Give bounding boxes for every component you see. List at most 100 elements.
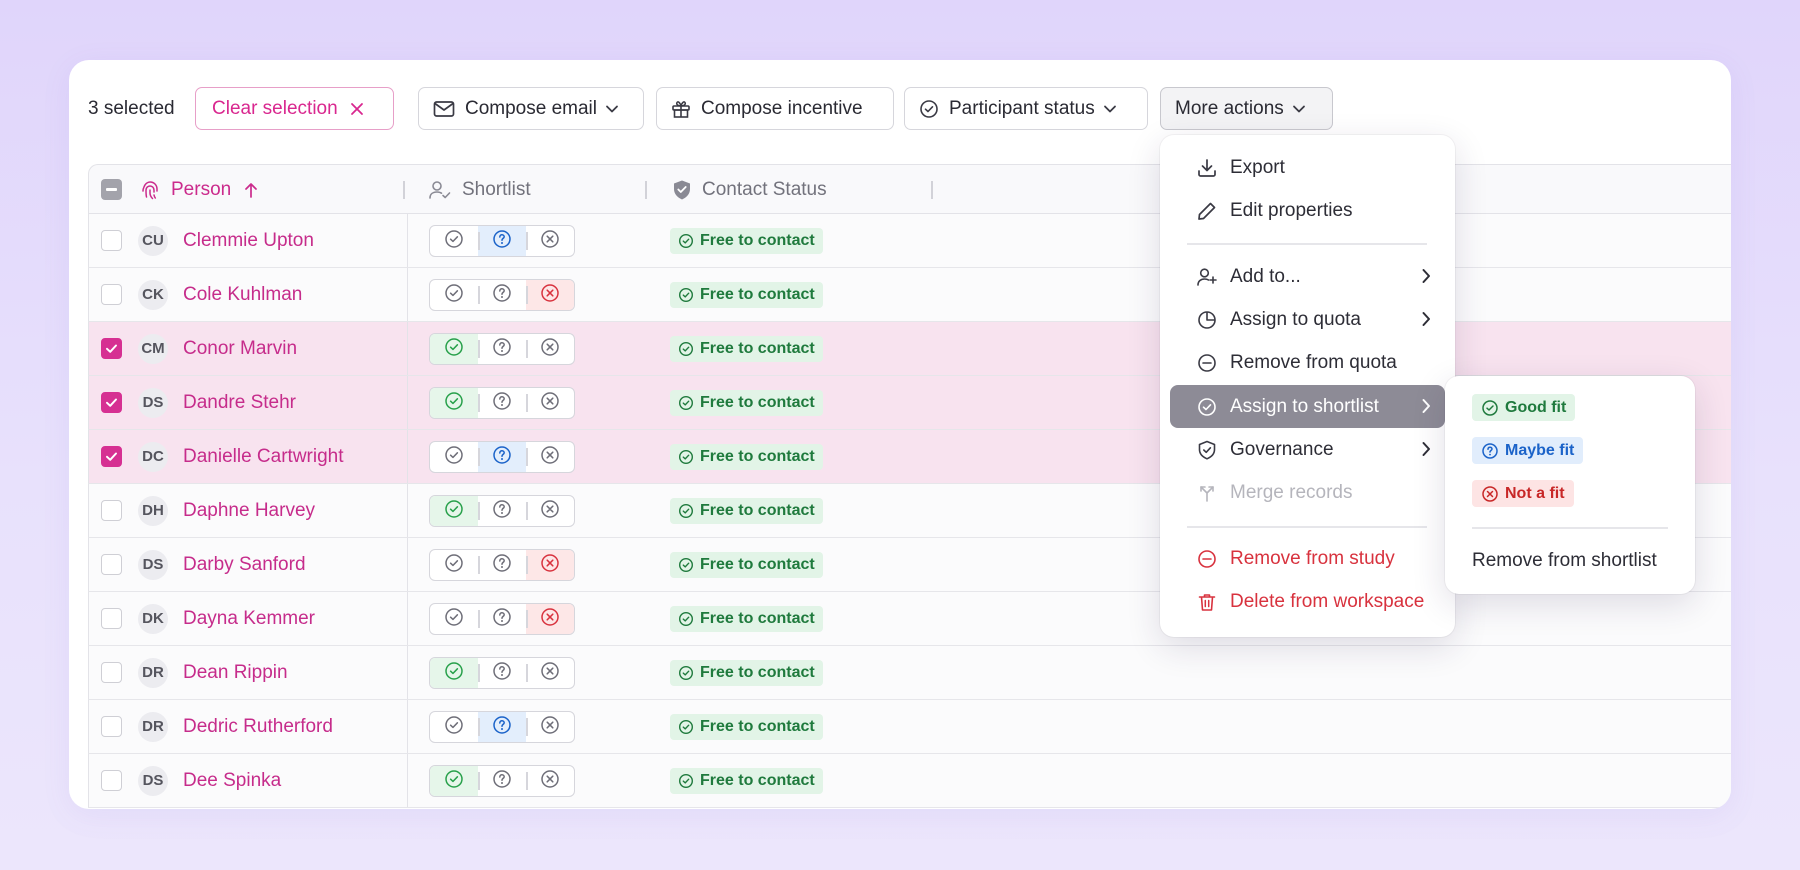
not-a-fit-toggle[interactable] (526, 658, 574, 688)
remove-from-shortlist-option[interactable]: Remove from shortlist (1472, 550, 1657, 572)
menu-item-assign-quota[interactable]: Assign to quota (1170, 298, 1445, 341)
maybe-fit-toggle[interactable] (478, 334, 526, 364)
maybe-fit-option[interactable]: Maybe fit (1472, 437, 1584, 464)
column-shortlist[interactable]: Shortlist (428, 165, 531, 215)
good-fit-toggle[interactable] (430, 388, 478, 418)
x-circle-icon (540, 229, 560, 254)
column-person[interactable]: Person (139, 165, 259, 215)
column-resize-handle[interactable] (931, 181, 933, 199)
maybe-fit-toggle[interactable] (478, 766, 526, 796)
maybe-fit-toggle[interactable] (478, 712, 526, 742)
maybe-fit-toggle[interactable] (478, 226, 526, 256)
column-resize-handle[interactable] (645, 181, 647, 199)
gift-icon (672, 100, 690, 118)
compose-incentive-button[interactable]: Compose incentive (656, 87, 894, 130)
good-fit-toggle[interactable] (430, 766, 478, 796)
table-row[interactable]: DR Dean Rippin Free to contact (88, 646, 1731, 700)
good-fit-toggle[interactable] (430, 280, 478, 310)
avatar: DS (138, 550, 168, 580)
not-a-fit-toggle[interactable] (526, 226, 574, 256)
person-name-link[interactable]: Danielle Cartwright (183, 430, 344, 484)
not-a-fit-toggle[interactable] (526, 496, 574, 526)
column-divider (407, 484, 408, 537)
menu-item-export[interactable]: Export (1170, 146, 1445, 189)
table-row[interactable]: DR Dedric Rutherford Free to contact (88, 700, 1731, 754)
menu-item-edit-properties[interactable]: Edit properties (1170, 189, 1445, 232)
menu-item-merge-records: Merge records (1170, 471, 1445, 514)
good-fit-toggle[interactable] (430, 712, 478, 742)
person-name-link[interactable]: Dayna Kemmer (183, 592, 315, 646)
not-a-fit-toggle[interactable] (526, 766, 574, 796)
menu-item-label: Remove from quota (1230, 351, 1397, 373)
menu-item-assign-shortlist[interactable]: Assign to shortlist (1170, 385, 1445, 428)
person-name-link[interactable]: Dandre Stehr (183, 376, 296, 430)
menu-item-delete-workspace[interactable]: Delete from workspace (1170, 580, 1445, 623)
not-a-fit-toggle[interactable] (526, 550, 574, 580)
row-checkbox[interactable] (101, 338, 122, 359)
person-name-link[interactable]: Clemmie Upton (183, 214, 314, 268)
maybe-fit-toggle[interactable] (478, 604, 526, 634)
person-name-link[interactable]: Conor Marvin (183, 322, 297, 376)
person-name-link[interactable]: Daphne Harvey (183, 484, 315, 538)
menu-item-governance[interactable]: Governance (1170, 428, 1445, 471)
table-row[interactable]: CM Conor Marvin Free to contact (88, 322, 1731, 376)
good-fit-toggle[interactable] (430, 334, 478, 364)
row-checkbox[interactable] (101, 662, 122, 683)
not-a-fit-toggle[interactable] (526, 442, 574, 472)
table-row[interactable]: DK Dayna Kemmer Free to contact (88, 592, 1731, 646)
not-a-fit-toggle[interactable] (526, 334, 574, 364)
column-divider (407, 538, 408, 591)
not-a-fit-toggle[interactable] (526, 712, 574, 742)
maybe-fit-toggle[interactable] (478, 442, 526, 472)
maybe-fit-toggle[interactable] (478, 388, 526, 418)
select-all-checkbox[interactable] (101, 179, 122, 200)
maybe-fit-toggle[interactable] (478, 550, 526, 580)
compose-email-button[interactable]: Compose email (418, 87, 644, 130)
good-fit-toggle[interactable] (430, 226, 478, 256)
good-fit-toggle[interactable] (430, 442, 478, 472)
person-name-link[interactable]: Cole Kuhlman (183, 268, 302, 322)
not-a-fit-option[interactable]: Not a fit (1472, 480, 1574, 507)
table-row[interactable]: DS Dee Spinka Free to contact (88, 754, 1731, 808)
not-a-fit-toggle[interactable] (526, 604, 574, 634)
maybe-fit-toggle[interactable] (478, 496, 526, 526)
more-actions-button[interactable]: More actions (1160, 87, 1333, 130)
menu-item-remove-study[interactable]: Remove from study (1170, 537, 1445, 580)
question-circle-icon (1482, 442, 1498, 459)
not-a-fit-toggle[interactable] (526, 280, 574, 310)
maybe-fit-toggle[interactable] (478, 658, 526, 688)
row-checkbox[interactable] (101, 608, 122, 629)
good-fit-toggle[interactable] (430, 550, 478, 580)
clear-selection-button[interactable]: Clear selection (195, 87, 394, 130)
column-contact-status[interactable]: Contact Status (672, 165, 827, 215)
row-checkbox[interactable] (101, 230, 122, 251)
person-name-link[interactable]: Dee Spinka (183, 754, 281, 808)
person-name-link[interactable]: Darby Sanford (183, 538, 306, 592)
good-fit-toggle[interactable] (430, 658, 478, 688)
good-fit-option[interactable]: Good fit (1472, 394, 1576, 421)
good-fit-label: Good fit (1505, 398, 1567, 416)
row-checkbox[interactable] (101, 446, 122, 467)
good-fit-toggle[interactable] (430, 604, 478, 634)
row-checkbox[interactable] (101, 500, 122, 521)
menu-item-remove-quota[interactable]: Remove from quota (1170, 341, 1445, 384)
not-a-fit-toggle[interactable] (526, 388, 574, 418)
row-checkbox[interactable] (101, 770, 122, 791)
x-circle-icon (1482, 485, 1498, 502)
column-divider (407, 646, 408, 699)
x-circle-icon (540, 553, 560, 578)
good-fit-toggle[interactable] (430, 496, 478, 526)
row-checkbox[interactable] (101, 392, 122, 413)
row-checkbox[interactable] (101, 554, 122, 575)
question-circle-icon (492, 337, 512, 362)
column-resize-handle[interactable] (403, 181, 405, 199)
table-row[interactable]: CU Clemmie Upton Free to contact (88, 214, 1731, 268)
menu-item-add-to[interactable]: Add to... (1170, 255, 1445, 298)
person-name-link[interactable]: Dean Rippin (183, 646, 288, 700)
table-row[interactable]: CK Cole Kuhlman Free to contact (88, 268, 1731, 322)
row-checkbox[interactable] (101, 284, 122, 305)
maybe-fit-toggle[interactable] (478, 280, 526, 310)
participant-status-button[interactable]: Participant status (904, 87, 1148, 130)
row-checkbox[interactable] (101, 716, 122, 737)
person-name-link[interactable]: Dedric Rutherford (183, 700, 333, 754)
